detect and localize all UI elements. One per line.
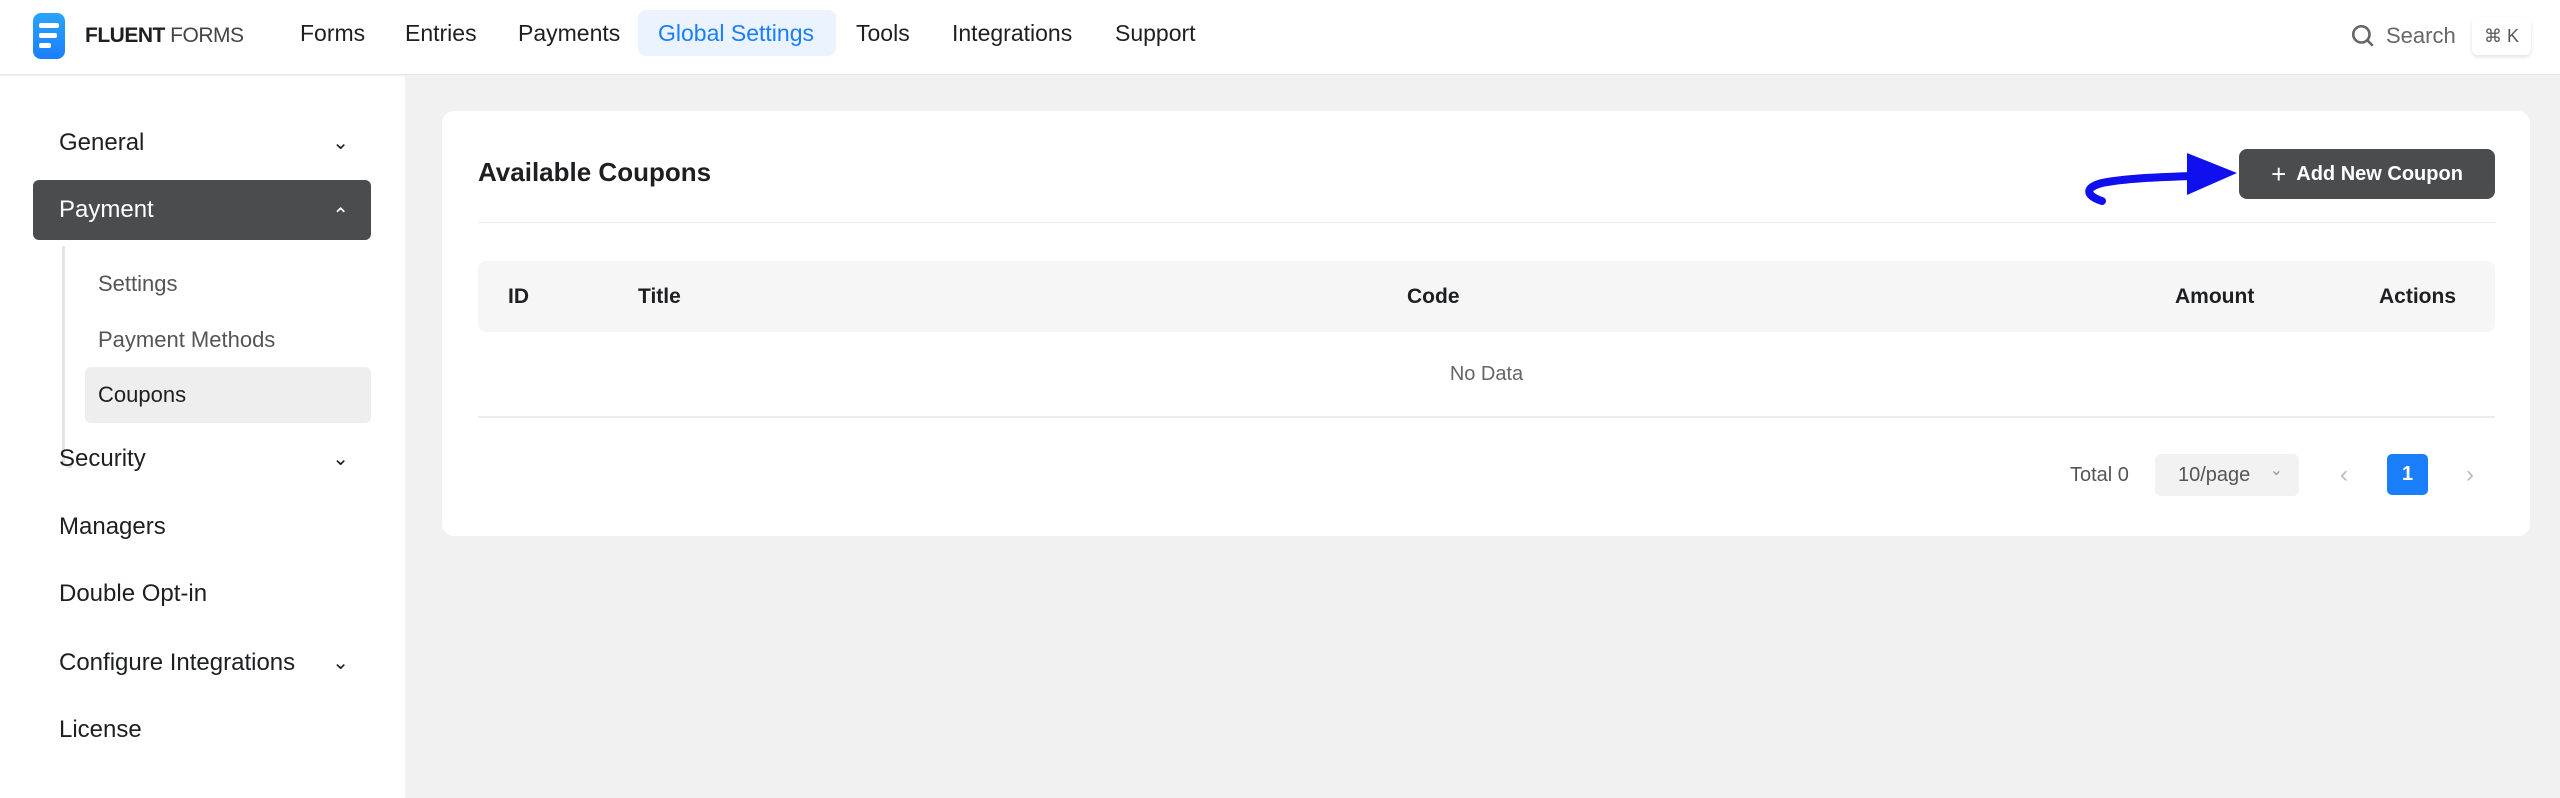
column-title: Title (638, 285, 681, 308)
divider (478, 416, 2495, 418)
page-title: Available Coupons (478, 157, 712, 187)
chevron-up-icon: ⌃ (332, 205, 349, 227)
add-new-coupon-button[interactable]: + Add New Coupon (2239, 149, 2495, 199)
column-id: ID (508, 285, 529, 308)
nav-payments[interactable]: Payments (498, 10, 640, 56)
nav-global-settings[interactable]: Global Settings (638, 10, 836, 56)
sidebar-item-managers[interactable]: Managers (33, 497, 371, 557)
column-code: Code (1407, 285, 1460, 308)
prev-page-button[interactable]: ‹ (2340, 454, 2364, 496)
nav-support[interactable]: Support (1095, 10, 1216, 56)
search-label: Search (2386, 23, 2456, 48)
sidebar-item-license[interactable]: License (33, 700, 371, 760)
sidebar-subitem-payment-methods[interactable]: Payment Methods (85, 312, 371, 368)
search-icon (2351, 24, 2374, 47)
fluent-forms-logo-icon (33, 13, 65, 59)
chevron-down-icon: ⌄ (332, 652, 349, 674)
sidebar-item-configure-integrations[interactable]: Configure Integrations ⌄ (33, 633, 371, 693)
total-count: Total 0 (2070, 464, 2129, 486)
column-actions: Actions (2379, 285, 2457, 308)
next-page-button[interactable]: › (2466, 454, 2490, 496)
search-shortcut: ⌘ K (2472, 17, 2531, 55)
coupons-table-header: ID Title Code Amount Actions (478, 261, 2495, 332)
page-size-select[interactable]: 10/page ⌄ (2155, 454, 2299, 496)
nav-entries[interactable]: Entries (385, 10, 497, 56)
search-button[interactable]: Search (2350, 17, 2456, 55)
column-amount: Amount (2175, 285, 2255, 308)
sidebar-item-payment[interactable]: Payment ⌃ (33, 180, 371, 240)
top-nav: FLUENT FORMS Forms Entries Payments Glob… (0, 0, 2560, 75)
coupons-card: Available Coupons + Add New Coupon ID Tit… (442, 111, 2530, 536)
sidebar-subitem-coupons[interactable]: Coupons (85, 367, 371, 423)
chevron-down-icon: ⌄ (332, 132, 349, 154)
logo[interactable]: FLUENT FORMS (33, 13, 244, 59)
nav-forms[interactable]: Forms (280, 10, 385, 56)
sidebar-subitem-settings[interactable]: Settings (85, 256, 371, 312)
chevron-down-icon: ⌄ (2269, 462, 2283, 479)
sidebar: General ⌄ Payment ⌃ Settings Payment Metho… (0, 76, 405, 798)
sidebar-item-general[interactable]: General ⌄ (33, 113, 371, 173)
divider (478, 222, 2495, 223)
chevron-down-icon: ⌄ (332, 448, 349, 470)
annotation-arrow-icon (2085, 153, 2237, 205)
sidebar-item-double-opt-in[interactable]: Double Opt-in (33, 564, 371, 624)
brand-name: FLUENT FORMS (85, 24, 244, 47)
nav-integrations[interactable]: Integrations (932, 10, 1092, 56)
nav-tools[interactable]: Tools (836, 10, 930, 56)
page-1-button[interactable]: 1 (2387, 454, 2428, 495)
empty-state: No Data (1449, 363, 1524, 385)
sidebar-item-security[interactable]: Security ⌄ (33, 429, 371, 489)
plus-icon: + (2271, 158, 2287, 189)
